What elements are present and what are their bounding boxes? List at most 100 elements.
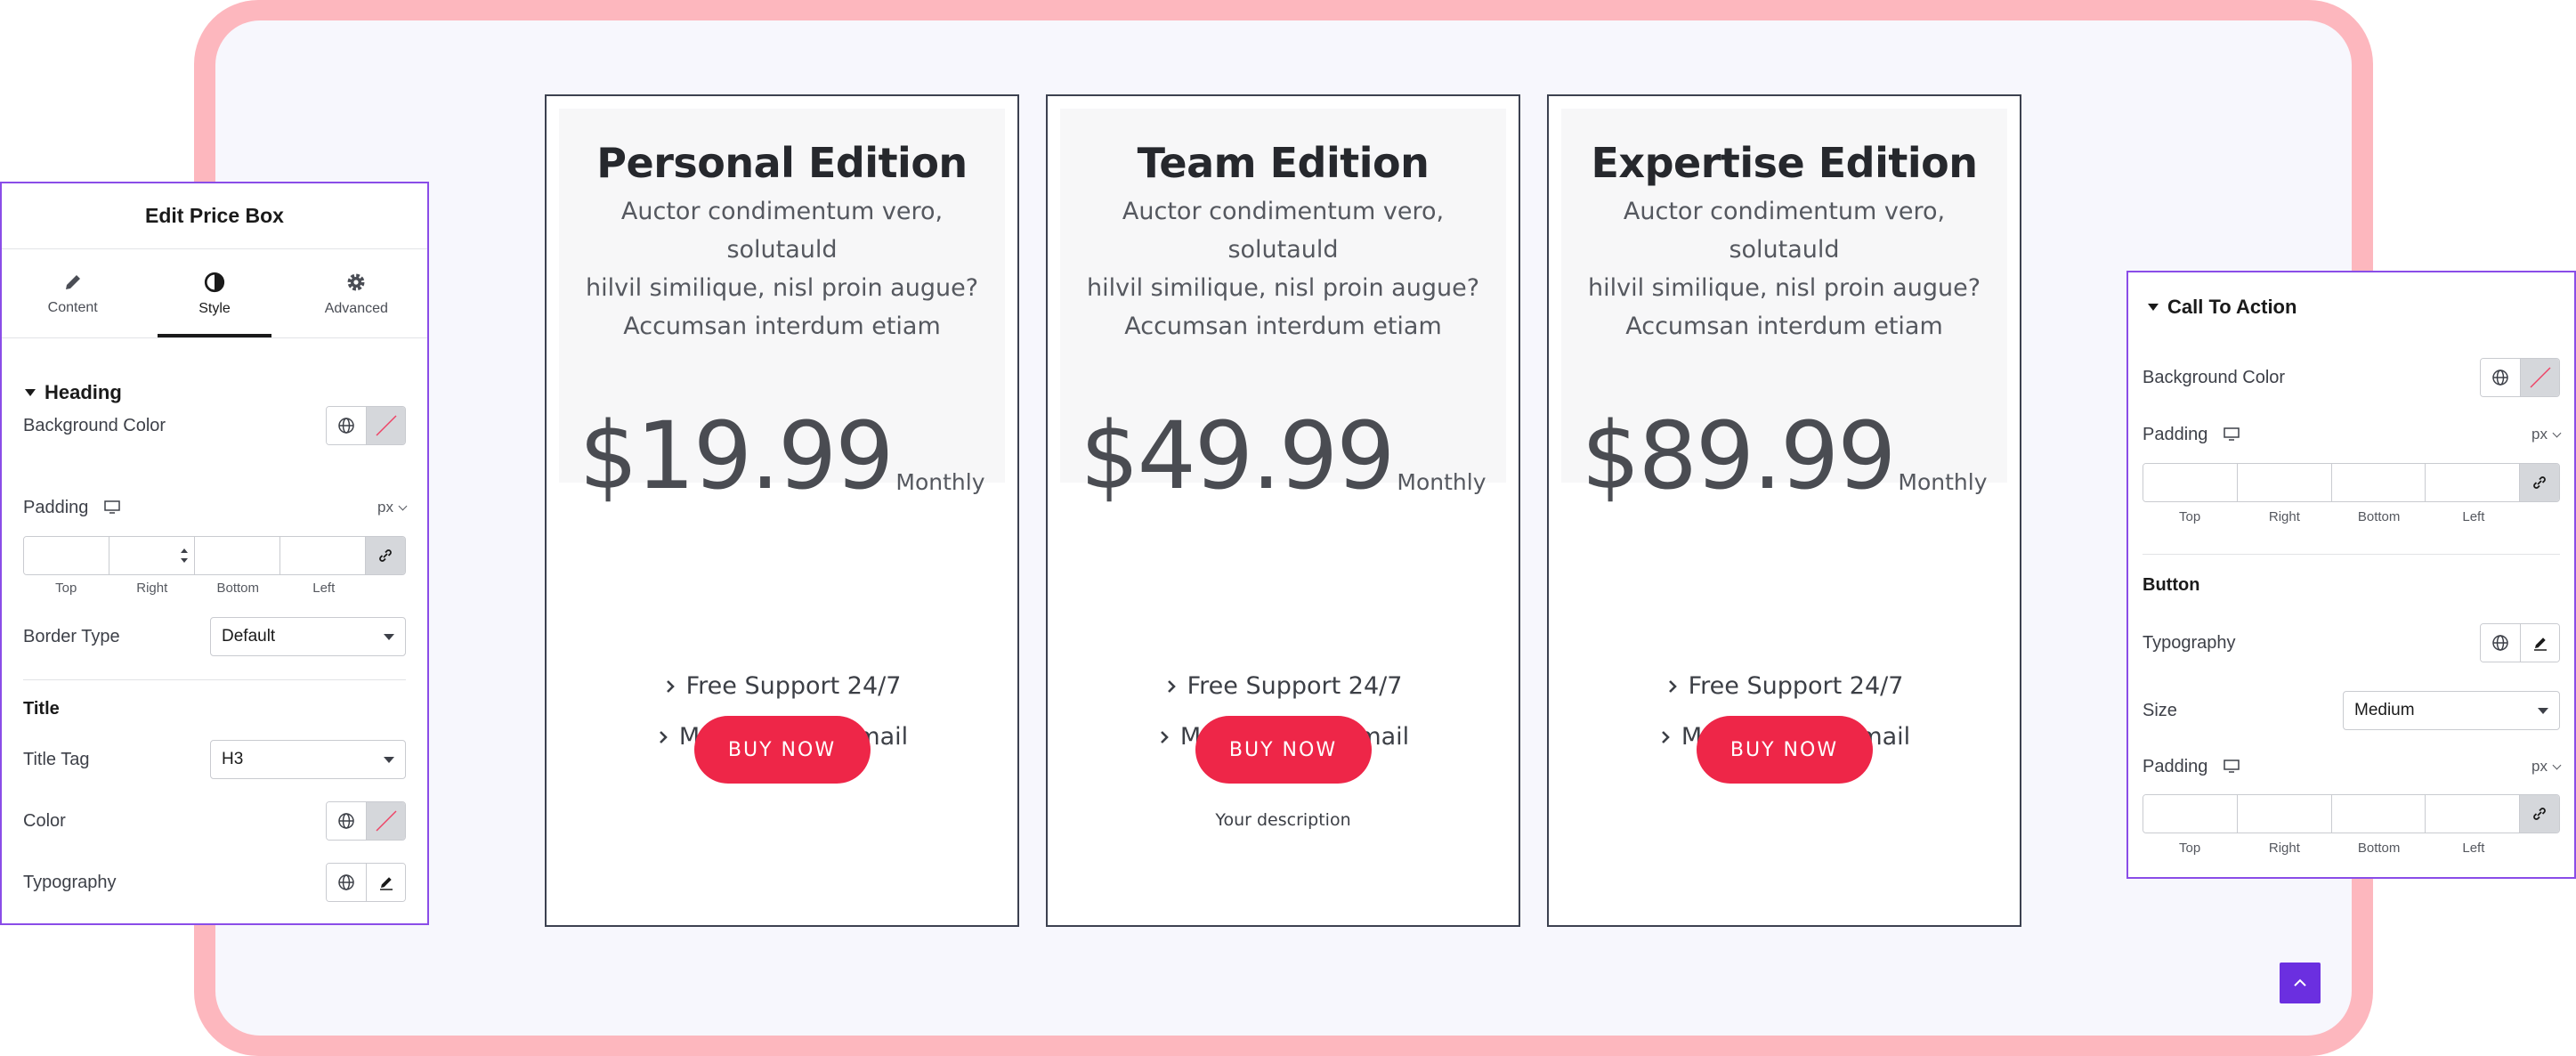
price-card-team: Team Edition Auctor condimentum vero, so… — [1046, 94, 1520, 927]
global-icon[interactable] — [2481, 359, 2520, 396]
desc-line: Auctor condimentum vero, solutauld — [1623, 198, 1946, 264]
subsection-title: Title — [23, 699, 60, 719]
section-heading-toggle[interactable]: Heading — [25, 381, 122, 404]
padding-labels: Top Right Bottom Left — [23, 581, 367, 596]
feature-item: Free Support 24/7 — [1048, 661, 1519, 711]
tab-content[interactable]: Content — [2, 249, 143, 337]
price-amount: $19.99 — [579, 402, 894, 510]
button-description: Your description — [1215, 810, 1351, 830]
padding-bottom-input[interactable] — [2331, 795, 2426, 833]
unit-selector[interactable]: px — [2531, 758, 2562, 776]
unit-selector[interactable]: px — [377, 499, 408, 516]
color-swatch-none[interactable] — [366, 802, 405, 840]
tab-label: Content — [47, 299, 98, 315]
padding-top-input[interactable] — [2143, 795, 2238, 833]
feature-item: Free Support 24/7 — [547, 661, 1017, 711]
padding-top-input[interactable] — [24, 537, 109, 574]
padding-inputs — [2143, 463, 2560, 502]
background-color-row: Background Color — [23, 406, 406, 445]
contrast-icon — [204, 272, 225, 292]
caret-down-icon — [2538, 707, 2548, 714]
typography-control — [326, 863, 406, 902]
padding-left-input[interactable] — [2426, 795, 2520, 833]
typography-row: Typography — [2143, 623, 2560, 662]
desc-line: Accumsan interdum etiam — [623, 313, 941, 340]
dim-label: Right — [2268, 841, 2300, 856]
chevron-right-icon — [659, 730, 668, 743]
color-swatch-none[interactable] — [366, 407, 405, 444]
buy-now-button[interactable]: BUY NOW — [693, 716, 871, 784]
caret-down-icon — [384, 756, 394, 763]
gear-icon — [347, 273, 365, 290]
dim-label: Right — [2268, 509, 2300, 524]
tab-advanced[interactable]: Advanced — [286, 249, 427, 337]
padding-row: Padding px — [2143, 424, 2562, 445]
desc-line: Accumsan interdum etiam — [1124, 313, 1442, 340]
feature-item: Free Support 24/7 — [1549, 661, 2020, 711]
global-icon[interactable] — [2481, 624, 2520, 662]
desc-line: hilvil similique, nisl proin augue? — [585, 274, 979, 302]
typography-control — [2480, 623, 2560, 662]
control-label: Padding — [2143, 424, 2208, 444]
color-control — [326, 406, 406, 445]
padding-right-input[interactable] — [109, 537, 195, 574]
stage: Personal Edition Auctor condimentum vero… — [0, 0, 2576, 1056]
desktop-icon[interactable] — [2224, 427, 2240, 442]
padding-top-input[interactable] — [2143, 464, 2238, 501]
chevron-right-icon — [666, 679, 675, 693]
control-label: Padding — [2143, 756, 2208, 776]
padding-bottom-input[interactable] — [2331, 464, 2426, 501]
control-label: Padding — [23, 497, 89, 517]
buy-now-button[interactable]: BUY NOW — [1696, 716, 1873, 784]
border-type-select[interactable]: Default — [210, 617, 406, 656]
padding-right-input[interactable] — [2237, 464, 2332, 501]
desktop-icon[interactable] — [104, 500, 121, 515]
chevron-right-icon — [1160, 730, 1169, 743]
price-row: $89.99 Monthly — [1549, 410, 2020, 502]
scroll-to-top-button[interactable] — [2280, 963, 2321, 1003]
dim-label: Right — [136, 581, 168, 596]
price-period: Monthly — [1898, 469, 1988, 495]
padding-labels: Top Right Bottom Left — [2143, 841, 2521, 856]
link-icon[interactable] — [366, 537, 405, 574]
size-select[interactable]: Medium — [2343, 691, 2560, 730]
spinner-icon[interactable] — [178, 544, 190, 567]
padding-left-input[interactable] — [280, 537, 366, 574]
panel-title: Edit Price Box — [2, 183, 427, 249]
global-icon[interactable] — [327, 407, 366, 444]
padding-bottom-input[interactable] — [195, 537, 280, 574]
color-control — [2480, 358, 2560, 397]
control-label: Border Type — [23, 626, 120, 646]
dim-label: Left — [312, 581, 336, 596]
edit-pencil-icon[interactable] — [366, 864, 405, 901]
global-icon[interactable] — [327, 802, 366, 840]
link-icon[interactable] — [2520, 795, 2559, 833]
section-heading-toggle[interactable]: Call To Action — [2148, 296, 2297, 319]
padding-left-input[interactable] — [2426, 464, 2520, 501]
title-tag-select[interactable]: H3 — [210, 740, 406, 779]
title-tag-row: Title Tag H3 — [23, 740, 406, 779]
unit-selector[interactable]: px — [2531, 426, 2562, 443]
color-swatch-none[interactable] — [2520, 359, 2559, 396]
control-label: Background Color — [2143, 367, 2286, 387]
padding-row: Padding px — [23, 497, 408, 518]
dim-label: Top — [55, 581, 77, 596]
price-card-expertise: Expertise Edition Auctor condimentum ver… — [1547, 94, 2021, 927]
padding-right-input[interactable] — [2237, 795, 2332, 833]
card-description: Auctor condimentum vero, solutauld hilvi… — [573, 192, 991, 345]
desktop-icon[interactable] — [2224, 760, 2240, 774]
desc-line: Auctor condimentum vero, solutauld — [620, 198, 944, 264]
buy-now-button[interactable]: BUY NOW — [1195, 716, 1372, 784]
card-title: Personal Edition — [596, 139, 968, 187]
link-icon[interactable] — [2520, 464, 2559, 501]
call-to-action-panel: Call To Action Background Color Padding … — [2126, 271, 2576, 879]
divider — [23, 679, 406, 680]
tab-style[interactable]: Style — [143, 249, 285, 337]
border-type-row: Border Type Default — [23, 617, 406, 656]
section-heading-label: Call To Action — [2167, 296, 2297, 318]
edit-pencil-icon[interactable] — [2520, 624, 2559, 662]
control-label: Typography — [23, 872, 117, 892]
dim-label: Bottom — [2357, 509, 2401, 524]
chevron-right-icon — [1167, 679, 1176, 693]
global-icon[interactable] — [327, 864, 366, 901]
